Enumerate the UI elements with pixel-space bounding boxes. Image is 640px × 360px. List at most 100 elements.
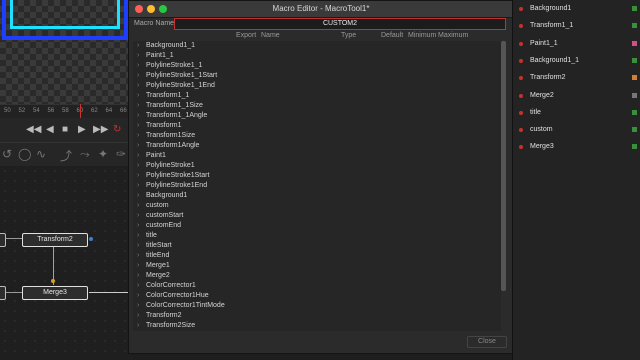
tree-row[interactable]: › PolylineStroke1 (133, 161, 501, 171)
expand-chevron-icon[interactable]: › (137, 51, 139, 61)
bspline-tool-icon[interactable]: ⤴ (60, 147, 72, 164)
tree-row[interactable]: › titleEnd (133, 251, 501, 261)
expand-chevron-icon[interactable]: › (137, 71, 139, 81)
tree-row[interactable]: › Transform1_1Angle (133, 111, 501, 121)
expand-chevron-icon[interactable]: › (137, 171, 139, 181)
expand-chevron-icon[interactable]: › (137, 91, 139, 101)
expand-chevron-icon[interactable]: › (137, 291, 139, 301)
expand-chevron-icon[interactable]: › (137, 271, 139, 281)
node-partial-upper[interactable] (0, 233, 6, 247)
tree-row[interactable]: › Paint1 (133, 151, 501, 161)
tree-row[interactable]: › ColorCorrector1Hue (133, 291, 501, 301)
rotate-tool-icon[interactable]: ↺ (2, 147, 12, 161)
expand-chevron-icon[interactable]: › (137, 261, 139, 271)
wand-tool-icon[interactable]: ✦ (98, 147, 108, 161)
expand-chevron-icon[interactable]: › (137, 151, 139, 161)
skip-back-icon[interactable]: ◀◀ (26, 124, 41, 135)
paint-tool-icon[interactable]: ⤳ (80, 147, 90, 162)
skip-forward-icon[interactable]: ▶▶ (93, 124, 108, 135)
viewer-canvas[interactable] (0, 0, 132, 104)
node-partial-lower[interactable] (0, 286, 6, 300)
expand-chevron-icon[interactable]: › (137, 181, 139, 191)
expand-chevron-icon[interactable]: › (137, 251, 139, 261)
tree-row[interactable]: › Transform1 (133, 121, 501, 131)
expand-chevron-icon[interactable]: › (137, 101, 139, 111)
play-icon[interactable]: ▶ (78, 124, 86, 135)
expand-chevron-icon[interactable]: › (137, 301, 139, 311)
tree-row[interactable]: › PolylineStroke1_1 (133, 61, 501, 71)
node-list-item[interactable]: Background1 (513, 2, 640, 16)
tree-row[interactable]: › Merge2 (133, 271, 501, 281)
column-type[interactable]: Type (341, 32, 356, 39)
tree-row[interactable]: › customEnd (133, 221, 501, 231)
tree-row[interactable]: › PolylineStroke1_1End (133, 81, 501, 91)
playhead[interactable] (80, 104, 81, 118)
node-list-item[interactable]: Paint1_1 (513, 37, 640, 51)
column-maximum[interactable]: Maximum (438, 32, 468, 39)
tree-row[interactable]: › Transform1Size (133, 131, 501, 141)
tree-row[interactable]: › Background1_1 (133, 41, 501, 51)
tree-row[interactable]: › Transform1_1 (133, 91, 501, 101)
tree-row[interactable]: › Transform2 (133, 311, 501, 321)
timeline-ruler[interactable]: 505254565860626466 (0, 104, 132, 119)
expand-chevron-icon[interactable]: › (137, 121, 139, 131)
dialog-titlebar[interactable]: Macro Editor - MacroTool1* (129, 1, 513, 18)
tree-row[interactable]: › Background1 (133, 191, 501, 201)
tree-row[interactable]: › title (133, 231, 501, 241)
expand-chevron-icon[interactable]: › (137, 221, 139, 231)
expand-chevron-icon[interactable]: › (137, 191, 139, 201)
stop-icon[interactable]: ■ (62, 124, 68, 135)
tree-row[interactable]: › PolylineStroke1_1Start (133, 71, 501, 81)
expand-chevron-icon[interactable]: › (137, 241, 139, 251)
loop-icon[interactable]: ↻ (113, 124, 121, 135)
tree-row[interactable]: › custom (133, 201, 501, 211)
expand-chevron-icon[interactable]: › (137, 111, 139, 121)
tree-row[interactable]: › Transform1_1Size (133, 101, 501, 111)
node-input-port[interactable] (51, 279, 55, 283)
tree-row[interactable]: › ColorCorrector1TintMode (133, 301, 501, 311)
tree-row[interactable]: › ColorCorrector1 (133, 281, 501, 291)
macro-name-input[interactable]: CUSTOM2 (174, 18, 506, 30)
ellipse-tool-icon[interactable]: ◯ (18, 147, 31, 161)
node-list-item[interactable]: Background1_1 (513, 54, 640, 68)
tree-row[interactable]: › PolylineStroke1Start (133, 171, 501, 181)
expand-chevron-icon[interactable]: › (137, 321, 139, 331)
node-graph[interactable]: Transform2 Merge3 (0, 166, 132, 360)
expand-chevron-icon[interactable]: › (137, 231, 139, 241)
node-list-item[interactable]: title (513, 106, 640, 120)
expand-chevron-icon[interactable]: › (137, 131, 139, 141)
expand-chevron-icon[interactable]: › (137, 161, 139, 171)
expand-chevron-icon[interactable]: › (137, 311, 139, 321)
tree-row[interactable]: › PolylineStroke1End (133, 181, 501, 191)
close-button[interactable]: Close (467, 336, 507, 348)
tree-row[interactable]: › Paint1_1 (133, 51, 501, 61)
tree-row[interactable]: › customStart (133, 211, 501, 221)
node-merge3[interactable]: Merge3 (22, 286, 88, 300)
expand-chevron-icon[interactable]: › (137, 81, 139, 91)
column-export[interactable]: Export (236, 32, 256, 39)
play-reverse-icon[interactable]: ◀ (46, 124, 54, 135)
tree-row[interactable]: › Transform1Angle (133, 141, 501, 151)
node-transform2[interactable]: Transform2 (22, 233, 88, 247)
expand-chevron-icon[interactable]: › (137, 281, 139, 291)
column-default[interactable]: Default (381, 32, 403, 39)
polyline-tool-icon[interactable]: ∿ (36, 147, 46, 161)
vertical-scrollbar[interactable] (501, 41, 506, 291)
node-list-item[interactable]: Merge3 (513, 140, 640, 154)
tree-row[interactable]: › titleStart (133, 241, 501, 251)
node-list-item[interactable]: custom (513, 123, 640, 137)
expand-chevron-icon[interactable]: › (137, 201, 139, 211)
tree-row[interactable]: › Merge1 (133, 261, 501, 271)
expand-chevron-icon[interactable]: › (137, 141, 139, 151)
expand-chevron-icon[interactable]: › (137, 41, 139, 51)
node-list-item[interactable]: Merge2 (513, 89, 640, 103)
expand-chevron-icon[interactable]: › (137, 61, 139, 71)
column-name[interactable]: Name (261, 32, 280, 39)
brush-tool-icon[interactable]: ✑ (116, 147, 126, 161)
node-output-port[interactable] (89, 237, 93, 241)
expand-chevron-icon[interactable]: › (137, 211, 139, 221)
column-minimum[interactable]: Minimum (408, 32, 436, 39)
node-list-item[interactable]: Transform1_1 (513, 19, 640, 33)
tree-row[interactable]: › Transform2Size (133, 321, 501, 331)
node-list-item[interactable]: Transform2 (513, 71, 640, 85)
